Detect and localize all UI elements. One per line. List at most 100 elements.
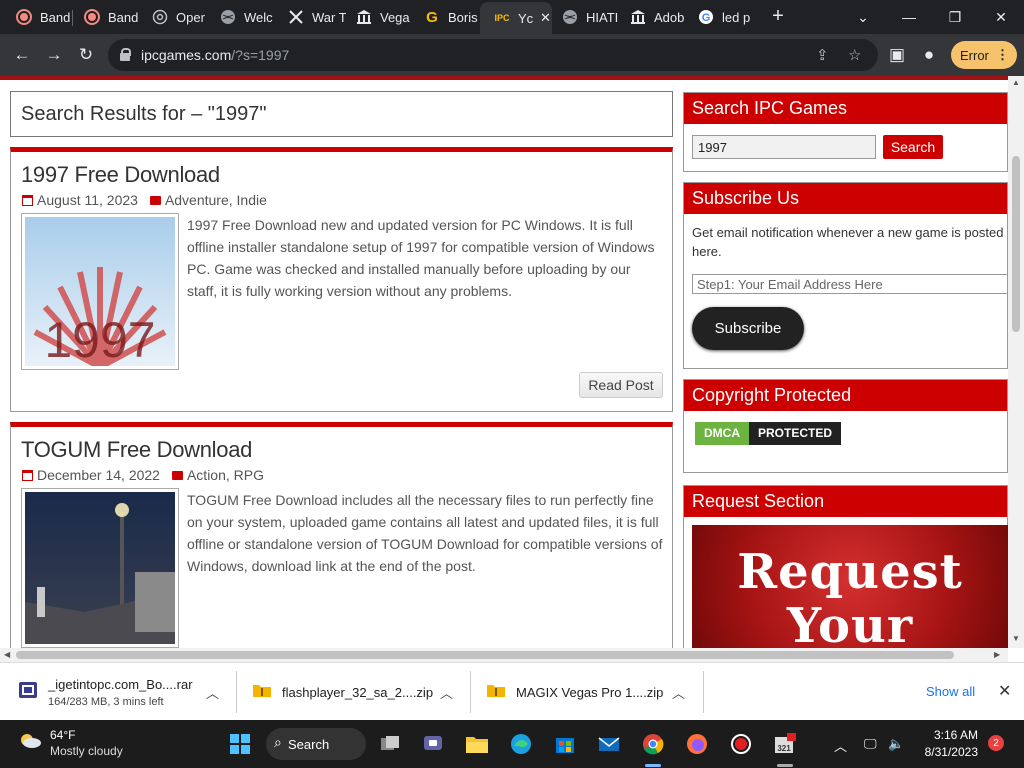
tab-label: HIATI	[586, 9, 619, 25]
forward-icon[interactable]: →	[41, 42, 67, 68]
post-excerpt: TOGUM Free Download includes all the nec…	[187, 492, 663, 574]
tab-11[interactable]: G led p	[684, 0, 756, 34]
tab-7[interactable]: G Boris	[410, 0, 482, 34]
dmca-badge[interactable]: DMCA PROTECTED	[695, 422, 842, 445]
download-item[interactable]: _igetintopc.com_Bo....rar 164/283 MB, 3 …	[18, 663, 228, 721]
request-banner[interactable]: Request Your	[692, 525, 1008, 648]
address-bar[interactable]: ipcgames.com/?s=1997 ⇪ ☆	[108, 39, 878, 71]
dmca-label: DMCA	[695, 422, 749, 445]
volume-icon[interactable]: 🔈	[888, 736, 904, 752]
tab-5[interactable]: War T	[274, 0, 346, 34]
tab-active[interactable]: IPC Yc ✕	[480, 2, 552, 34]
page-viewport: Search Results for – "1997" 1997 Free Do…	[0, 76, 1008, 648]
request-widget: Request Section Request Your	[683, 485, 1008, 648]
close-window-icon[interactable]: ✕	[978, 0, 1024, 34]
weather-temp[interactable]: 64°F	[50, 728, 75, 742]
microsoft-store-icon[interactable]	[553, 732, 577, 756]
search-input[interactable]: 1997	[692, 135, 876, 159]
calendar-app-icon[interactable]: 321	[773, 732, 797, 756]
close-downloads-icon[interactable]: ✕	[998, 681, 1011, 701]
post-title[interactable]: TOGUM Free Download	[21, 437, 252, 463]
taskbar-search[interactable]: ⌕ Search	[266, 728, 366, 760]
post-thumbnail[interactable]	[21, 488, 179, 648]
menu-dots-icon[interactable]: ⋮	[996, 47, 1009, 63]
post-date[interactable]: December 14, 2022	[37, 467, 160, 483]
category-link[interactable]: Adventure	[165, 192, 229, 208]
vertical-scrollbar[interactable]: ▲ ▼	[1008, 76, 1024, 648]
widget-title: Copyright Protected	[684, 380, 1007, 411]
bookmark-star-icon[interactable]: ☆	[848, 46, 861, 64]
system-clock[interactable]: 3:16 AM 8/31/2023	[910, 728, 978, 759]
email-field[interactable]: Step1: Your Email Address Here	[692, 274, 1008, 294]
download-item[interactable]: MAGIX Vegas Pro 1....zip ︿	[486, 663, 691, 721]
post-thumbnail[interactable]: 1997	[21, 213, 179, 370]
tab-3[interactable]: Oper	[138, 0, 210, 34]
notification-badge[interactable]: 2	[988, 735, 1004, 751]
cloudy-weather-icon[interactable]	[18, 731, 42, 749]
tab-label: Adob	[654, 9, 685, 25]
tab-9[interactable]: HIATI	[548, 0, 620, 34]
subscribe-button[interactable]: Subscribe	[692, 307, 804, 350]
profile-icon[interactable]: ●	[916, 42, 942, 68]
tab-2[interactable]: Band	[70, 0, 142, 34]
tab-1[interactable]: Band	[2, 0, 74, 34]
calendar-icon	[22, 469, 33, 481]
minimize-icon[interactable]: —	[886, 0, 932, 34]
url-text[interactable]: ipcgames.com/?s=1997	[141, 47, 289, 63]
bank-icon	[630, 9, 646, 25]
category-link[interactable]: RPG	[234, 467, 264, 483]
error-button[interactable]: Error ⋮	[951, 41, 1017, 69]
horizontal-scroll-thumb[interactable]	[16, 651, 954, 659]
browser-toolbar: ← → ↻ ipcgames.com/?s=1997 ⇪ ☆ ▣ ● Error…	[0, 34, 1024, 76]
svg-text:321: 321	[777, 744, 791, 753]
tab-10[interactable]: Adob	[616, 0, 688, 34]
edge-browser-icon[interactable]	[509, 732, 533, 756]
header-stripe	[0, 76, 1008, 80]
back-icon[interactable]: ←	[9, 42, 35, 68]
read-post-button[interactable]: Read Post	[579, 372, 663, 398]
restore-icon[interactable]: ❐	[932, 0, 978, 34]
tab-search-icon[interactable]: ⌄	[840, 0, 886, 34]
weather-condition[interactable]: Mostly cloudy	[50, 744, 123, 758]
mail-icon[interactable]	[597, 732, 621, 756]
tab-4[interactable]: Welc	[206, 0, 278, 34]
downloads-bar: _igetintopc.com_Bo....rar 164/283 MB, 3 …	[0, 662, 1024, 720]
vertical-scroll-thumb[interactable]	[1012, 156, 1020, 332]
thumb-text: 1997	[44, 312, 155, 366]
search-button[interactable]: Search	[883, 135, 943, 159]
teams-chat-icon[interactable]	[421, 732, 445, 756]
chevron-up-icon[interactable]: ︿	[672, 683, 685, 702]
download-filename: _igetintopc.com_Bo....rar	[48, 677, 193, 692]
download-item[interactable]: flashplayer_32_sa_2....zip ︿	[252, 663, 457, 721]
category-link[interactable]: Action	[187, 467, 226, 483]
widget-title: Search IPC Games	[684, 93, 1007, 124]
tab-6[interactable]: Vega	[342, 0, 414, 34]
tab-strip: Band Band Oper Welc War T Vega G Boris I…	[0, 0, 1024, 34]
tab-label: Band	[40, 9, 71, 25]
windows-start-icon[interactable]	[228, 732, 252, 756]
new-tab-button[interactable]: +	[767, 5, 789, 27]
firefox-icon[interactable]	[685, 732, 709, 756]
post-date[interactable]: August 11, 2023	[37, 192, 138, 208]
side-panel-icon[interactable]: ▣	[884, 42, 910, 68]
war-icon	[288, 9, 304, 25]
chevron-up-icon[interactable]: ︿	[440, 683, 453, 702]
category-link[interactable]: Indie	[237, 192, 267, 208]
network-icon[interactable]: 🖵	[864, 736, 877, 752]
file-explorer-icon[interactable]	[465, 732, 489, 756]
tab-label: Yc	[518, 10, 534, 26]
tab-label: Boris	[448, 9, 478, 25]
task-view-icon[interactable]	[378, 732, 402, 756]
ipc-icon: IPC	[494, 13, 510, 23]
chevron-up-icon[interactable]: ︿	[206, 683, 219, 702]
chrome-icon[interactable]	[641, 732, 665, 756]
show-all-button[interactable]: Show all	[926, 684, 975, 699]
post-title[interactable]: 1997 Free Download	[21, 162, 220, 188]
screen-recorder-icon[interactable]	[729, 732, 753, 756]
share-icon[interactable]: ⇪	[816, 46, 829, 64]
lock-icon[interactable]	[120, 48, 131, 61]
google-icon: G	[698, 9, 714, 25]
chevron-up-icon[interactable]: ︿	[834, 736, 847, 755]
reload-icon[interactable]: ↻	[73, 42, 99, 68]
horizontal-scrollbar[interactable]: ◀ ▶	[0, 648, 1008, 662]
